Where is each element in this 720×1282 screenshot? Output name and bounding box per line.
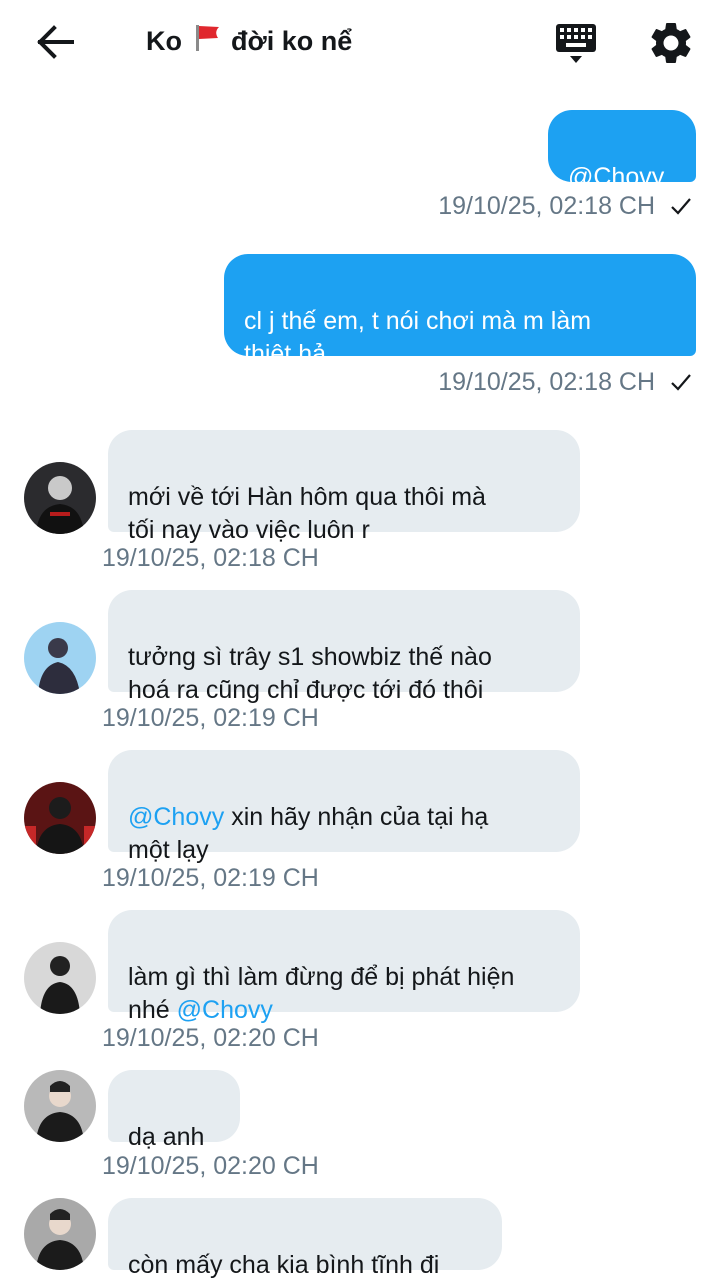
timestamp-text: 19/10/25, 02:18 CH [438,368,656,396]
chat-header: Ko đời ko nể [0,0,720,86]
message-timestamp: 19/10/25, 02:20 CH [102,1152,319,1180]
avatar[interactable] [24,622,96,694]
keyboard-button[interactable] [550,20,602,68]
avatar[interactable] [24,942,96,1014]
title-left: Ko [146,26,182,56]
message-bubble-incoming[interactable]: @Chovy xin hãy nhận của tại hạ một lạy [108,750,580,864]
message-bubble-outgoing[interactable]: @Chovy [548,110,696,191]
back-button[interactable] [30,20,82,64]
message-bubble-incoming[interactable]: mới về tới Hàn hôm qua thôi mà tối nay v… [108,430,580,544]
message-text: @Chovy [568,163,665,191]
message-timestamp: 19/10/25, 02:18 CH [438,192,692,223]
message-text: dạ anh [128,1123,205,1151]
read-check-icon [670,370,692,399]
message-timestamp: 19/10/25, 02:19 CH [102,704,319,732]
avatar[interactable] [24,782,96,854]
red-flag-icon [192,22,222,59]
message-bubble-incoming[interactable]: tưởng sì trây s1 showbiz thế nào hoá ra … [108,590,580,704]
message-bubble-incoming[interactable]: dạ anh [108,1070,240,1151]
message-text: tưởng sì trây s1 showbiz thế nào hoá ra … [128,643,492,704]
read-check-icon [670,194,692,223]
message-timestamp: 19/10/25, 02:20 CH [102,1024,319,1052]
conversation-title: Ko đời ko nể [146,22,352,59]
arrow-left-icon [37,25,74,59]
message-timestamp: 19/10/25, 02:18 CH [102,544,319,572]
message-text: cl j thế em, t nói chơi mà m làm thiệt h… [244,307,592,368]
message-bubble-incoming[interactable]: còn mấy cha kia bình tĩnh đi [108,1198,502,1279]
message-bubble-outgoing[interactable]: cl j thế em, t nói chơi mà m làm thiệt h… [224,254,696,368]
message-text: còn mấy cha kia bình tĩnh đi [128,1251,440,1279]
message-text: mới về tới Hàn hôm qua thôi mà tối nay v… [128,483,486,544]
timestamp-text: 19/10/25, 02:18 CH [438,192,656,220]
message-timestamp: 19/10/25, 02:18 CH [438,368,692,399]
user-mention-link[interactable]: @Chovy [128,803,224,831]
message-timestamp: 19/10/25, 02:19 CH [102,864,319,892]
title-right: đời ko nể [231,26,353,56]
keyboard-icon [556,24,596,63]
avatar[interactable] [24,462,96,534]
settings-button[interactable] [645,18,697,68]
user-mention-link[interactable]: @Chovy [177,996,273,1024]
avatar[interactable] [24,1070,96,1142]
gear-icon [651,22,691,63]
message-bubble-incoming[interactable]: làm gì thì làm đừng để bị phát hiện nhé … [108,910,580,1024]
avatar[interactable] [24,1198,96,1270]
